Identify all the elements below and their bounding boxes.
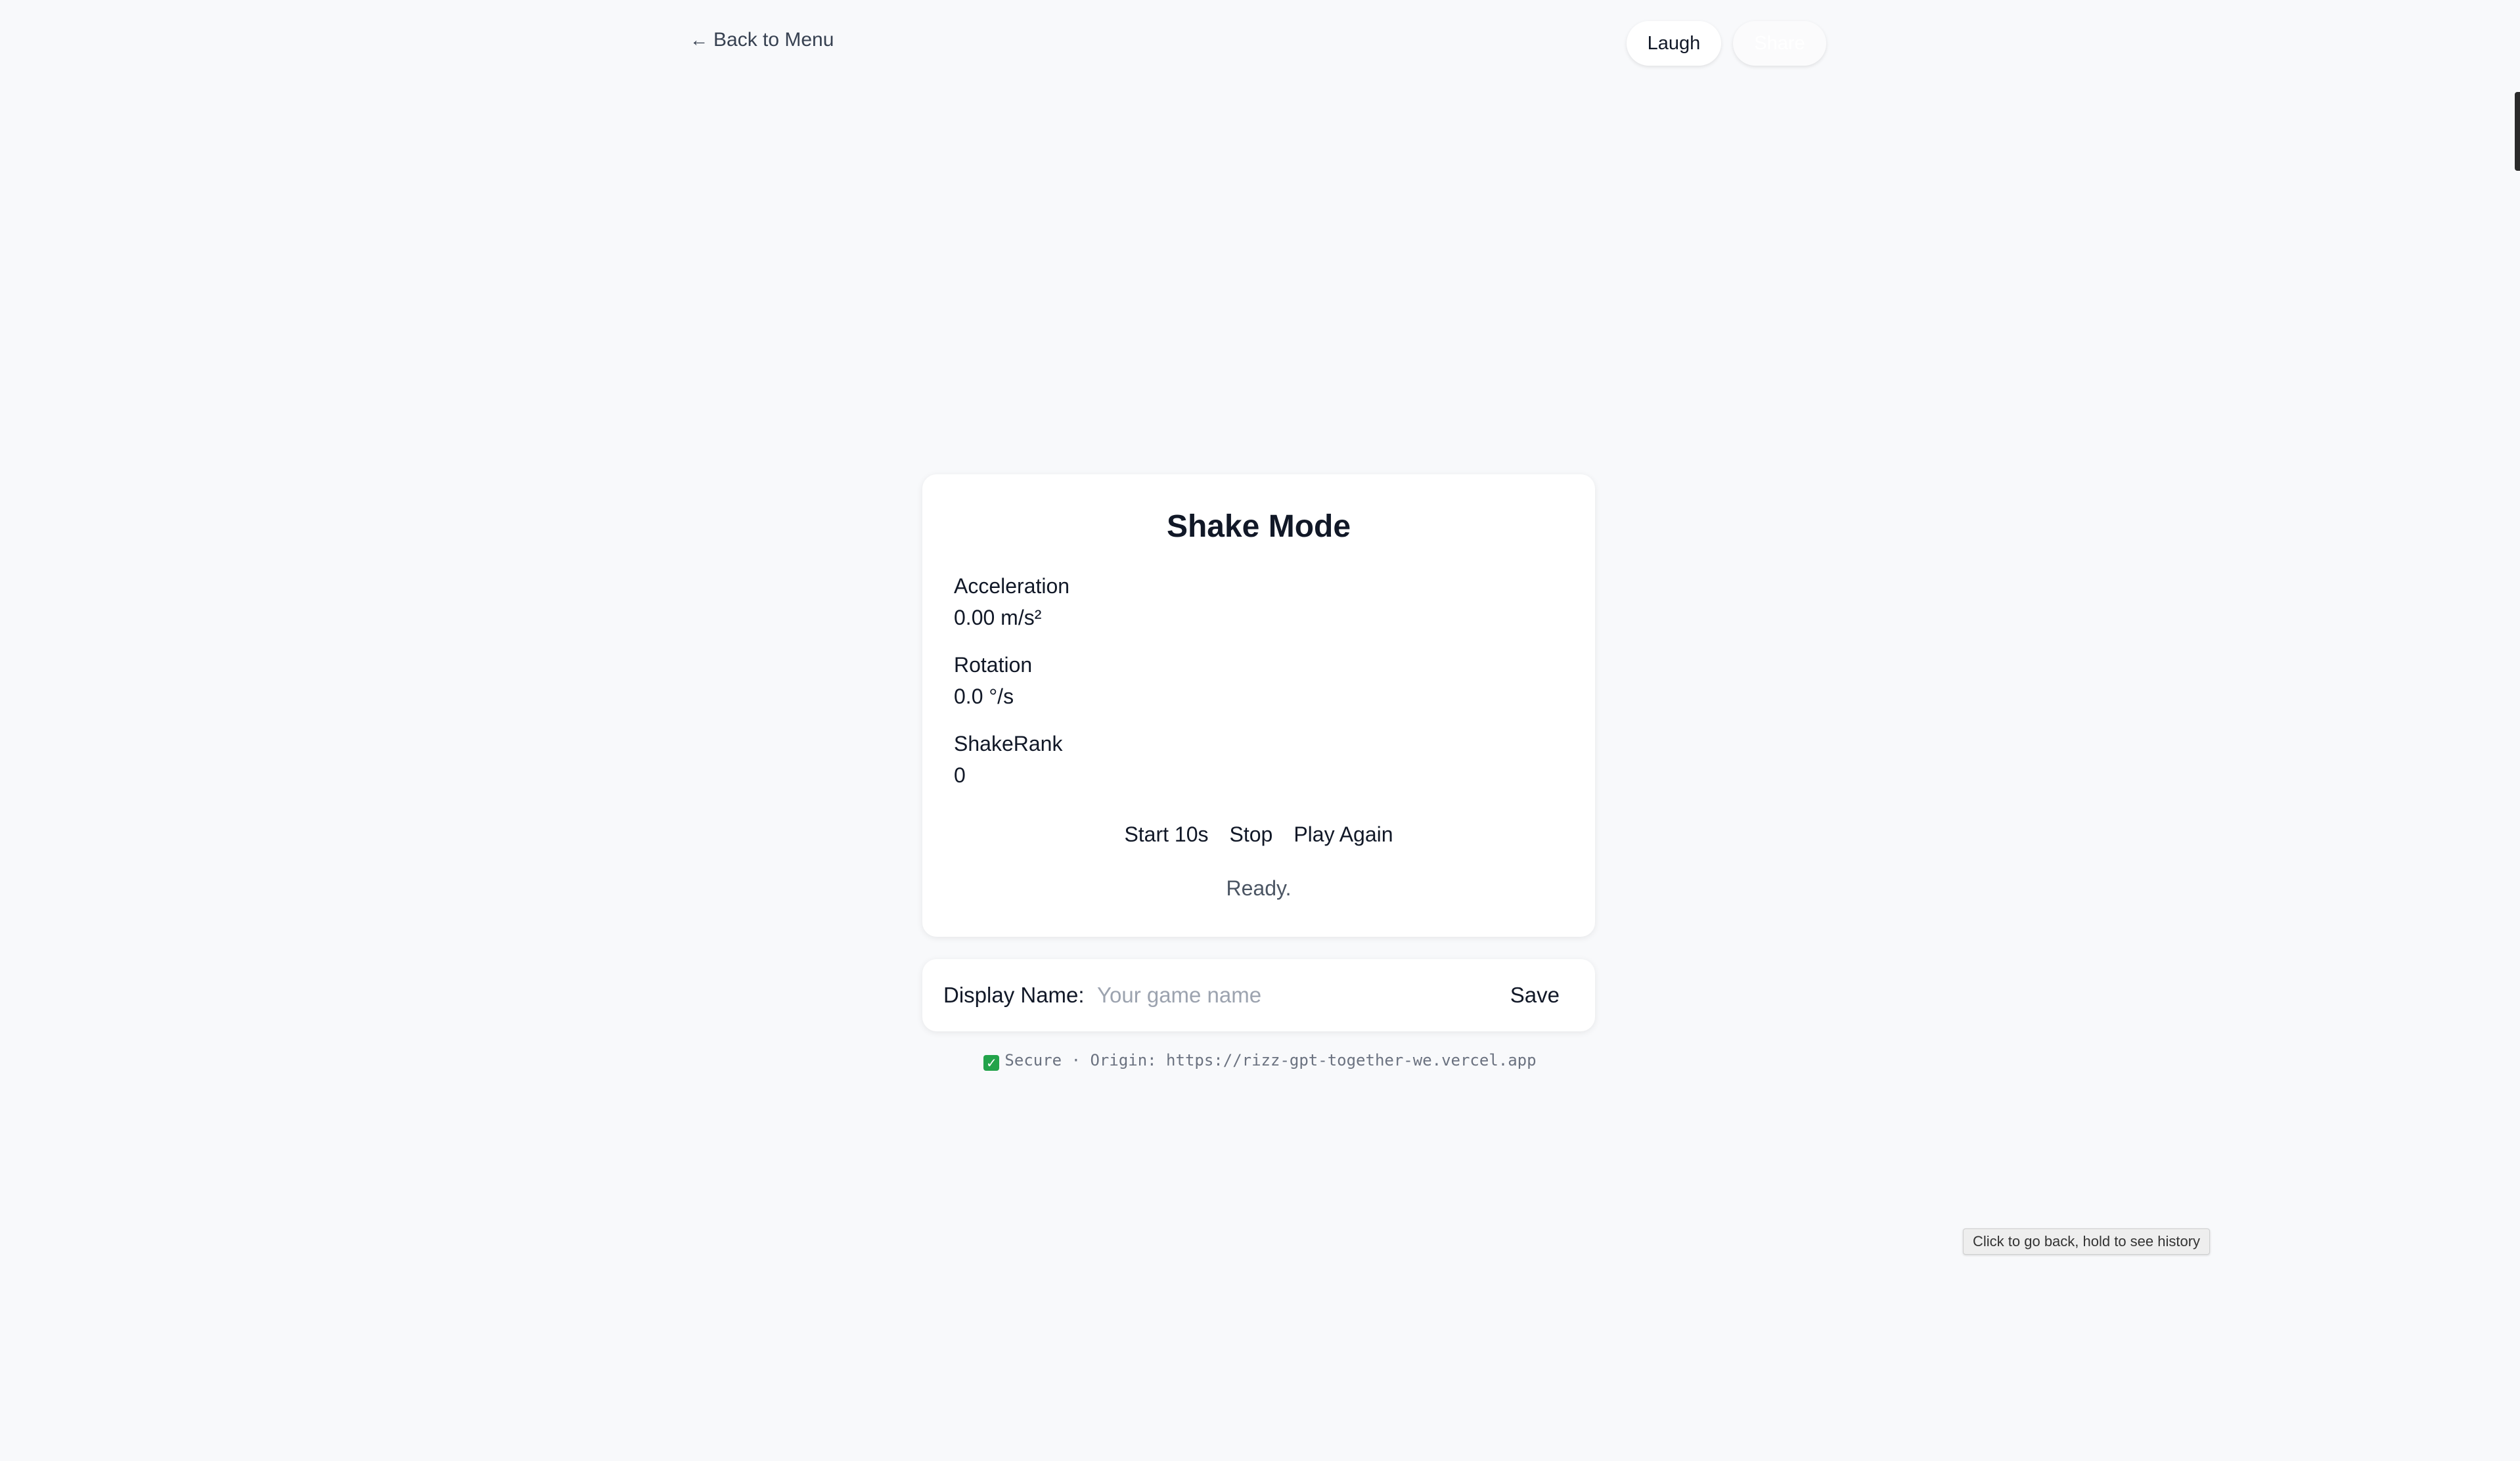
save-button[interactable]: Save bbox=[1510, 983, 1560, 1008]
play-again-button[interactable]: Play Again bbox=[1294, 822, 1393, 847]
start-button[interactable]: Start 10s bbox=[1124, 822, 1208, 847]
stat-label: Rotation bbox=[954, 653, 1033, 677]
back-button-tooltip: Click to go back, hold to see history bbox=[1963, 1228, 2211, 1255]
secure-origin-line: ✓ Secure · Origin: https://rizz-gpt-toget… bbox=[0, 1051, 2520, 1071]
stat-rotation: Rotation 0.0 °/s bbox=[954, 649, 1032, 712]
stat-label: ShakeRank bbox=[954, 732, 1063, 755]
action-row: Start 10s Stop Play Again bbox=[922, 822, 1595, 847]
secure-origin-text: Secure · Origin: https://rizz-gpt-togeth… bbox=[1004, 1051, 1537, 1069]
stop-button[interactable]: Stop bbox=[1230, 822, 1273, 847]
stat-acceleration: Acceleration 0.00 m/s² bbox=[954, 570, 1069, 633]
side-panel-handle[interactable] bbox=[2515, 92, 2520, 171]
stat-value: 0.0 °/s bbox=[954, 685, 1014, 708]
display-name-input[interactable] bbox=[1096, 976, 1466, 1014]
back-to-menu-link[interactable]: ← Back to Menu bbox=[690, 29, 834, 51]
page: ← Back to Menu Laugh Share Shake Mode Ac… bbox=[0, 0, 2520, 1461]
check-icon: ✓ bbox=[983, 1055, 1000, 1071]
stat-value: 0 bbox=[954, 763, 966, 787]
share-button[interactable]: Share bbox=[1733, 21, 1826, 66]
shake-mode-card: Shake Mode Acceleration 0.00 m/s² Rotati… bbox=[922, 474, 1595, 937]
display-name-bar: Display Name: Save bbox=[922, 959, 1595, 1031]
card-title: Shake Mode bbox=[1166, 509, 1351, 544]
stat-value: 0.00 m/s² bbox=[954, 606, 1042, 629]
stat-shakerank: ShakeRank 0 bbox=[954, 728, 1062, 791]
display-name-label: Display Name: bbox=[943, 983, 1085, 1007]
stat-label: Acceleration bbox=[954, 574, 1070, 598]
back-to-menu-label: Back to Menu bbox=[713, 29, 834, 51]
status-text: Ready. bbox=[1226, 876, 1292, 900]
laugh-button[interactable]: Laugh bbox=[1627, 21, 1721, 66]
arrow-left-icon: ← bbox=[690, 30, 708, 50]
